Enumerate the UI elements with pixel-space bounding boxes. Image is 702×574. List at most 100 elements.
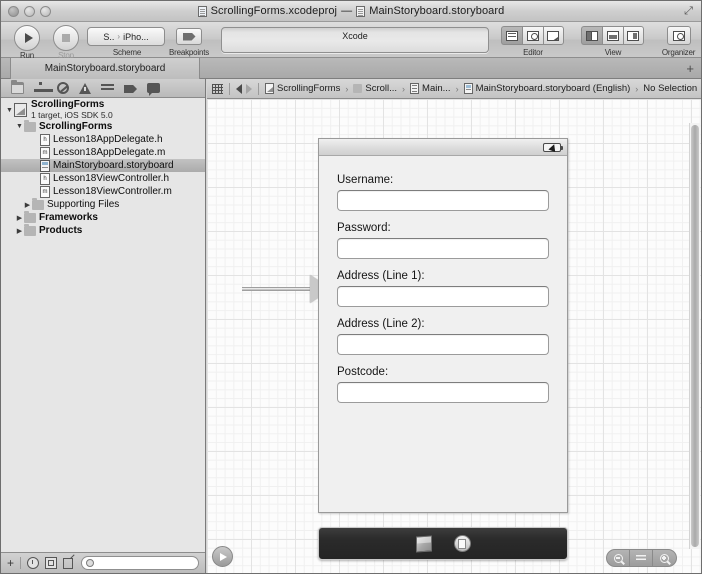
navigator-pane-icon	[585, 30, 598, 41]
view-controller-scene[interactable]: Username: Password: Address (Line 1): Ad…	[318, 138, 568, 513]
navigator-selector-bar	[1, 79, 205, 98]
view-label: View	[604, 48, 622, 57]
view-controller-icon[interactable]	[453, 535, 471, 552]
view-segmented-control[interactable]: View	[578, 26, 648, 57]
window-titlebar: ScrollingForms.xcodeproj — MainStoryboar…	[1, 1, 701, 22]
standard-editor-button[interactable]	[500, 26, 522, 45]
toggle-utilities-button[interactable]	[622, 26, 644, 45]
breadcrumb-item-selection[interactable]: No Selection	[643, 83, 697, 94]
log-navigator-icon[interactable]	[147, 83, 160, 96]
zoom-fit-button[interactable]	[630, 549, 653, 567]
breadcrumb-item-storyboard[interactable]: MainStoryboard.storyboard (English)	[463, 83, 630, 94]
scene-dock[interactable]	[318, 527, 568, 560]
back-arrow-icon[interactable]	[236, 83, 242, 94]
assistant-editor-button[interactable]	[521, 26, 543, 45]
zoom-in-icon	[660, 553, 669, 563]
tree-label: Lesson18AppDelegate.m	[53, 147, 166, 158]
stop-button[interactable]: Stop	[46, 25, 86, 60]
scheme-project: S..	[103, 31, 115, 42]
breadcrumb-item-file[interactable]: Main...	[410, 83, 451, 94]
debug-navigator-icon[interactable]	[101, 82, 114, 94]
zoom-in-button[interactable]	[653, 549, 676, 567]
breakpoints-label: Breakpoints	[168, 48, 210, 57]
navigator-filter-bar: +	[1, 552, 205, 573]
tree-row-supporting-files[interactable]: ▶ Supporting Files	[1, 197, 205, 211]
symbol-navigator-icon[interactable]	[34, 82, 53, 94]
tree-label: Supporting Files	[47, 199, 120, 210]
search-navigator-icon[interactable]	[57, 82, 69, 94]
disclosure-triangle[interactable]: ▶	[15, 227, 24, 235]
tab-mainstoryboard[interactable]: MainStoryboard.storyboard	[10, 58, 200, 79]
scheme-box[interactable]: S.. › iPho...	[87, 27, 165, 46]
run-button[interactable]: Run	[7, 25, 47, 60]
window-title: ScrollingForms.xcodeproj — MainStoryboar…	[1, 5, 701, 17]
assistant-editor-icon	[526, 30, 539, 41]
issue-navigator-icon[interactable]	[79, 82, 91, 94]
first-responder-icon[interactable]	[415, 534, 432, 553]
disclosure-triangle[interactable]: ▶	[15, 214, 24, 222]
breakpoints-button[interactable]: Breakpoints	[161, 24, 217, 57]
tree-row-frameworks[interactable]: ▶ Frameworks	[1, 210, 205, 224]
chevron-right-icon: ›	[117, 32, 121, 41]
tree-row-group-scrollingforms[interactable]: ▼ ScrollingForms	[1, 119, 205, 133]
related-items-icon[interactable]	[212, 83, 223, 94]
device-status-bar	[319, 139, 567, 156]
source-file-icon: m	[40, 185, 50, 198]
storyboard-file-icon	[463, 83, 473, 94]
postcode-field[interactable]	[337, 382, 549, 403]
version-editor-button[interactable]	[542, 26, 564, 45]
address-line1-field[interactable]	[337, 286, 549, 307]
unsaved-files-icon[interactable]	[63, 557, 75, 569]
jump-bar: ScrollingForms › Scroll... › Main... › M…	[207, 79, 701, 99]
tree-label: ScrollingForms	[39, 121, 113, 132]
recent-files-icon[interactable]	[27, 557, 40, 569]
scrollbar-thumb[interactable]	[691, 125, 699, 547]
storyboard-canvas[interactable]: Username: Password: Address (Line 1): Ad…	[207, 99, 701, 573]
username-field[interactable]	[337, 190, 549, 211]
address-line2-field[interactable]	[337, 334, 549, 355]
toggle-navigator-button[interactable]	[580, 26, 602, 45]
zoom-controls[interactable]	[606, 549, 677, 567]
project-icon	[14, 103, 27, 117]
tree-row-products[interactable]: ▶ Products	[1, 223, 205, 237]
disclosure-triangle[interactable]: ▼	[5, 107, 14, 114]
tree-row-lesson18viewcontroller-h[interactable]: h Lesson18ViewController.h	[1, 172, 205, 185]
forward-arrow-icon[interactable]	[246, 83, 252, 94]
tree-row-lesson18appdelegate-h[interactable]: h Lesson18AppDelegate.h	[1, 133, 205, 146]
add-tab-button[interactable]: +	[686, 61, 694, 76]
tree-row-lesson18viewcontroller-m[interactable]: m Lesson18ViewController.m	[1, 185, 205, 198]
source-control-icon[interactable]	[45, 557, 58, 569]
scheme-selector[interactable]: S.. › iPho... Scheme	[87, 27, 167, 57]
fullscreen-icon[interactable]: ⤢	[682, 5, 695, 18]
breakpoint-navigator-icon[interactable]	[124, 85, 137, 93]
disclosure-triangle[interactable]: ▼	[15, 123, 24, 130]
editor-segmented-control[interactable]: Editor	[498, 26, 568, 57]
storyboard-file-icon	[40, 159, 50, 172]
organizer-button[interactable]: Organizer	[656, 26, 701, 57]
scheme-label: Scheme	[112, 48, 142, 57]
window-title-project: ScrollingForms.xcodeproj	[210, 5, 338, 17]
canvas-vertical-scrollbar[interactable]	[689, 123, 700, 549]
animation-play-button[interactable]	[212, 546, 233, 567]
username-label: Username:	[337, 174, 394, 186]
breadcrumb-item-project[interactable]: ScrollingForms	[265, 83, 340, 94]
address-line2-label: Address (Line 2):	[337, 318, 425, 330]
add-file-button[interactable]: +	[7, 557, 14, 569]
debug-pane-icon	[606, 30, 619, 41]
folder-icon	[32, 197, 44, 210]
folder-icon	[24, 223, 36, 236]
project-navigator-icon[interactable]	[11, 80, 24, 94]
navigator-pane: ▼ ScrollingForms 1 target, iOS SDK 5.0 ▼…	[1, 79, 206, 573]
version-editor-icon	[547, 30, 559, 41]
tree-row-mainstoryboard[interactable]: MainStoryboard.storyboard	[1, 159, 205, 172]
tree-label: MainStoryboard.storyboard	[53, 160, 174, 171]
toggle-debug-button[interactable]	[601, 26, 623, 45]
tree-row-project[interactable]: ▼ ScrollingForms 1 target, iOS SDK 5.0	[1, 99, 205, 120]
tree-row-lesson18appdelegate-m[interactable]: m Lesson18AppDelegate.m	[1, 146, 205, 159]
breadcrumb-item-group[interactable]: Scroll...	[353, 83, 397, 94]
password-field[interactable]	[337, 238, 549, 259]
filter-search-input[interactable]	[81, 556, 199, 570]
zoom-out-button[interactable]	[607, 549, 630, 567]
organizer-label: Organizer	[661, 48, 696, 57]
disclosure-triangle[interactable]: ▶	[23, 201, 32, 209]
